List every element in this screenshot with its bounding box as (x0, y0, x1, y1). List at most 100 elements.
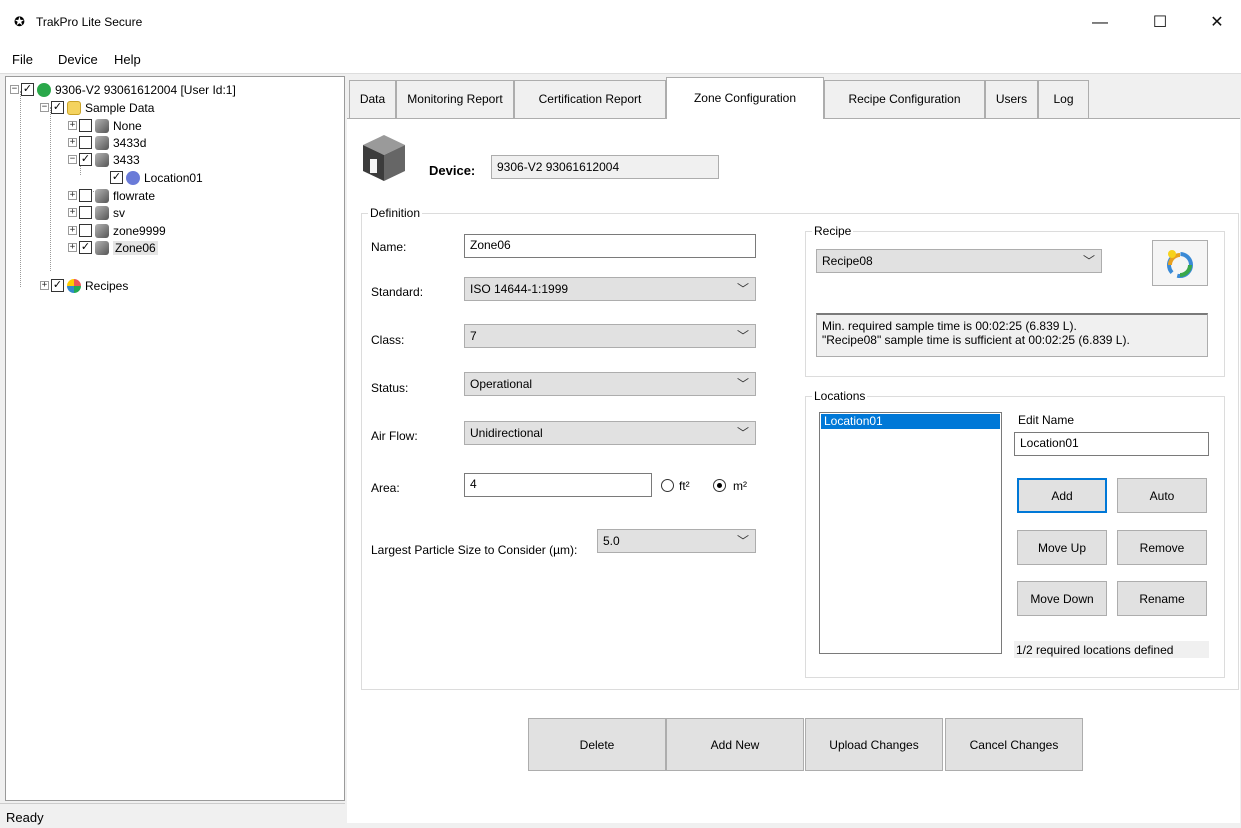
expand-icon[interactable]: + (40, 281, 49, 290)
name-label: Name: (371, 240, 407, 254)
checkbox-checked-icon[interactable]: ✓ (110, 171, 123, 184)
edit-name-input[interactable]: Location01 (1014, 432, 1209, 456)
tab-users[interactable]: Users (985, 80, 1038, 118)
area-input[interactable]: 4 (464, 473, 652, 497)
locations-title: Locations (812, 389, 868, 403)
zone-icon (95, 152, 109, 167)
expand-icon[interactable]: + (68, 226, 77, 235)
tree-item-3433[interactable]: − ✓ 3433 (68, 151, 140, 168)
tree-item-label: Sample Data (85, 100, 155, 115)
rename-button[interactable]: Rename (1117, 581, 1207, 616)
airflow-select[interactable]: Unidirectional ﹀ (464, 421, 756, 445)
class-value: 7 (470, 329, 477, 343)
name-input[interactable]: Zone06 (464, 234, 756, 258)
expand-icon[interactable]: + (68, 121, 77, 130)
tree-item-label: zone9999 (113, 223, 166, 238)
title-bar: ✪ TrakPro Lite Secure — ☐ ✕ (0, 0, 1241, 44)
tab-log[interactable]: Log (1038, 80, 1089, 118)
expand-icon[interactable]: + (68, 208, 77, 217)
location-icon (126, 170, 140, 185)
menu-file[interactable]: File (12, 52, 33, 67)
chevron-down-icon: ﹀ (736, 282, 749, 296)
tab-recipe-configuration[interactable]: Recipe Configuration (824, 80, 985, 118)
tab-zone-configuration[interactable]: Zone Configuration (666, 77, 824, 119)
user-icon (37, 82, 51, 97)
tree-item-device[interactable]: − ✓ 9306-V2 93061612004 [User Id:1] (10, 81, 236, 98)
menu-help[interactable]: Help (114, 52, 141, 67)
zone-icon (95, 223, 109, 238)
maximize-button[interactable]: ☐ (1137, 8, 1183, 38)
recipes-icon (67, 278, 81, 293)
checkbox-icon[interactable] (79, 224, 92, 237)
add-new-button[interactable]: Add New (666, 718, 804, 771)
tree-item-zone06[interactable]: + ✓ Zone06 (68, 239, 158, 256)
unit-ft-label: ft² (679, 479, 690, 493)
checkbox-icon[interactable] (79, 206, 92, 219)
collapse-icon[interactable]: − (40, 103, 49, 112)
tree-item-sv[interactable]: + sv (68, 204, 125, 221)
class-select[interactable]: 7 ﹀ (464, 324, 756, 348)
collapse-icon[interactable]: − (68, 155, 77, 164)
tab-data[interactable]: Data (349, 80, 396, 118)
device-field: 9306-V2 93061612004 (491, 155, 719, 179)
close-button[interactable]: ✕ (1194, 8, 1240, 38)
checkbox-checked-icon[interactable]: ✓ (79, 241, 92, 254)
tab-monitoring-report[interactable]: Monitoring Report (396, 80, 514, 118)
particle-size-select[interactable]: 5.0 ﹀ (597, 529, 756, 553)
recipe-message-line2: "Recipe08" sample time is sufficient at … (822, 333, 1130, 347)
checkbox-checked-icon[interactable]: ✓ (51, 101, 64, 114)
expand-icon[interactable]: + (68, 191, 77, 200)
minimize-button[interactable]: — (1077, 8, 1123, 38)
tree-item-3433d[interactable]: + 3433d (68, 134, 146, 151)
checkbox-icon[interactable] (79, 136, 92, 149)
locations-list[interactable]: Location01 (819, 412, 1002, 654)
checkbox-icon[interactable] (79, 189, 92, 202)
tree-item-label: None (113, 118, 142, 133)
list-item[interactable]: Location01 (821, 414, 1000, 429)
checkbox-checked-icon[interactable]: ✓ (51, 279, 64, 292)
tree-item-location01[interactable]: ✓ Location01 (110, 169, 203, 186)
move-up-button[interactable]: Move Up (1017, 530, 1107, 565)
recipe-select[interactable]: Recipe08 ﹀ (816, 249, 1102, 273)
standard-select[interactable]: ISO 14644-1:1999 ﹀ (464, 277, 756, 301)
menu-device[interactable]: Device (58, 52, 98, 67)
auto-button[interactable]: Auto (1117, 478, 1207, 513)
delete-button[interactable]: Delete (528, 718, 666, 771)
move-down-button[interactable]: Move Down (1017, 581, 1107, 616)
tree-item-label: 9306-V2 93061612004 [User Id:1] (55, 82, 236, 97)
add-location-button[interactable]: Add (1017, 478, 1107, 513)
chevron-down-icon: ﹀ (736, 426, 749, 440)
zone-icon (95, 118, 109, 133)
tree-item-none[interactable]: + None (68, 117, 142, 134)
collapse-icon[interactable]: − (10, 85, 19, 94)
chevron-down-icon: ﹀ (736, 329, 749, 343)
standard-value: ISO 14644-1:1999 (470, 282, 569, 296)
checkbox-icon[interactable] (79, 119, 92, 132)
recipe-title: Recipe (812, 224, 854, 238)
recipe-wizard-button[interactable] (1152, 240, 1208, 286)
status-text: Ready (6, 810, 44, 825)
tree-item-sample-data[interactable]: − ✓ Sample Data (40, 99, 154, 116)
tree-item-recipes[interactable]: + ✓ Recipes (40, 277, 128, 294)
recipe-value: Recipe08 (822, 254, 873, 268)
remove-button[interactable]: Remove (1117, 530, 1207, 565)
airflow-label: Air Flow: (371, 429, 418, 443)
tree-item-label: 3433 (113, 152, 140, 167)
cancel-changes-button[interactable]: Cancel Changes (945, 718, 1083, 771)
tab-certification-report[interactable]: Certification Report (514, 80, 666, 118)
tree-item-flowrate[interactable]: + flowrate (68, 187, 155, 204)
status-select[interactable]: Operational ﹀ (464, 372, 756, 396)
zone-icon (95, 135, 109, 150)
unit-m-radio[interactable] (713, 479, 726, 492)
checkbox-checked-icon[interactable]: ✓ (21, 83, 34, 96)
device-tree[interactable]: − ✓ 9306-V2 93061612004 [User Id:1] − ✓ … (5, 76, 345, 801)
tree-item-zone9999[interactable]: + zone9999 (68, 222, 166, 239)
expand-icon[interactable]: + (68, 243, 77, 252)
locations-summary: 1/2 required locations defined (1014, 641, 1209, 658)
expand-icon[interactable]: + (68, 138, 77, 147)
area-label: Area: (371, 481, 400, 495)
particle-size-value: 5.0 (603, 534, 620, 548)
upload-changes-button[interactable]: Upload Changes (805, 718, 943, 771)
unit-ft-radio[interactable] (661, 479, 674, 492)
checkbox-checked-icon[interactable]: ✓ (79, 153, 92, 166)
